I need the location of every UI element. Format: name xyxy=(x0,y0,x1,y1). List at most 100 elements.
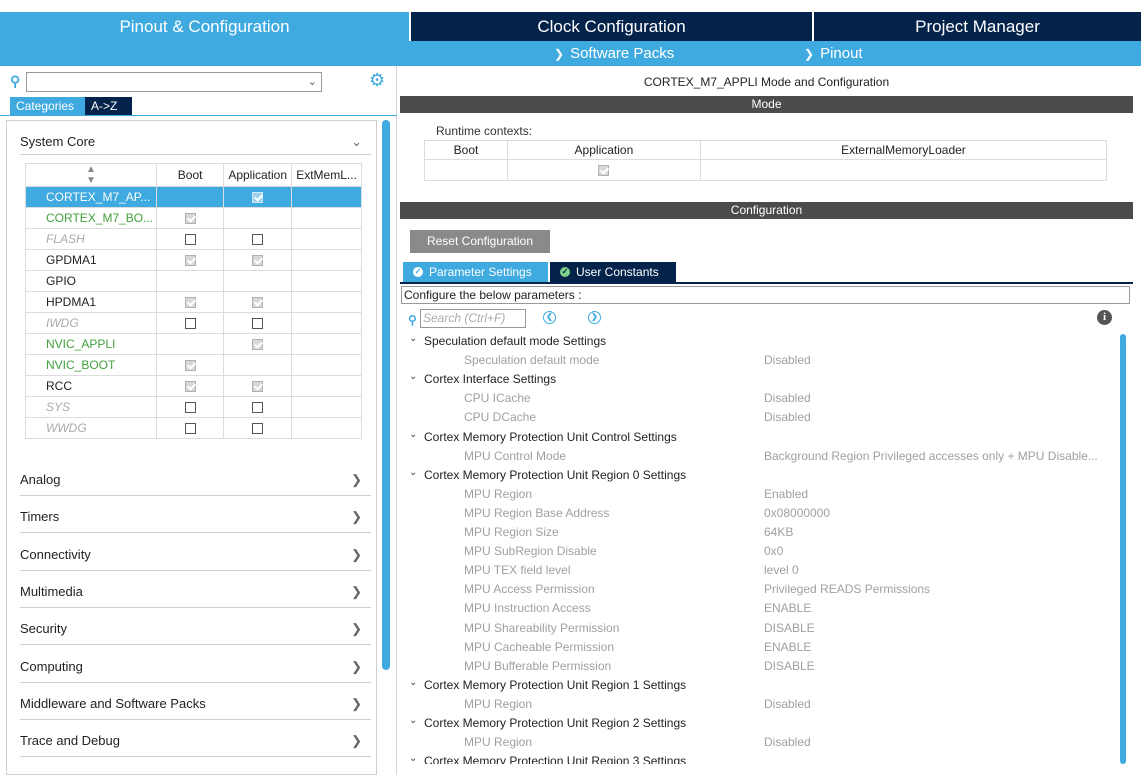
boot-checkbox[interactable] xyxy=(184,381,196,393)
boot-checkbox[interactable] xyxy=(184,213,196,225)
table-row[interactable]: IWDG xyxy=(25,312,362,334)
boot-checkbox[interactable] xyxy=(184,234,196,246)
parameter-group[interactable]: ⌄ Cortex Memory Protection Unit Region 3 … xyxy=(400,752,1118,764)
table-row[interactable]: GPDMA1 xyxy=(25,249,362,271)
table-row[interactable]: FLASH xyxy=(25,228,362,250)
application-checkbox[interactable] xyxy=(252,402,264,414)
parameter-group[interactable]: ⌄ Cortex Interface Settings xyxy=(400,370,1118,389)
table-row[interactable]: WWDG xyxy=(25,417,362,439)
parameter-row[interactable]: MPU Region Disabled xyxy=(400,695,1118,714)
tab-parameter-settings[interactable]: ✓ Parameter Settings xyxy=(403,262,548,282)
table-row[interactable]: NVIC_APPLI xyxy=(25,333,362,355)
column-header-application[interactable]: Application xyxy=(223,163,293,187)
tab-categories[interactable]: Categories xyxy=(10,97,85,115)
search-input[interactable]: ⌄ xyxy=(26,72,322,92)
sort-icon[interactable]: ▲ ▼ xyxy=(25,163,157,187)
application-checkbox[interactable] xyxy=(252,339,264,351)
parameter-search-input[interactable]: Search (Ctrl+F) xyxy=(420,309,526,328)
chevron-down-icon[interactable]: ⌄ xyxy=(409,677,417,688)
parameter-row[interactable]: Speculation default mode Disabled xyxy=(400,351,1118,370)
tab-clock-configuration[interactable]: Clock Configuration xyxy=(411,12,812,41)
table-row[interactable]: NVIC_BOOT xyxy=(25,354,362,376)
parameter-group[interactable]: ⌄ Cortex Memory Protection Unit Region 2 … xyxy=(400,714,1118,733)
boot-checkbox[interactable] xyxy=(184,423,196,435)
parameter-value[interactable]: Disabled xyxy=(764,410,811,424)
application-checkbox[interactable] xyxy=(598,165,610,177)
table-row[interactable]: CORTEX_M7_AP... xyxy=(25,186,362,208)
category-item[interactable]: Middleware and Software Packs ❯ xyxy=(20,696,370,711)
tab-a-z[interactable]: A->Z xyxy=(85,97,132,115)
parameter-group[interactable]: ⌄ Speculation default mode Settings xyxy=(400,332,1118,351)
tab-pinout-configuration[interactable]: Pinout & Configuration xyxy=(0,12,409,66)
parameter-row[interactable]: MPU Region Disabled xyxy=(400,733,1118,752)
parameter-row[interactable]: MPU Access Permission Privileged READS Pe… xyxy=(400,580,1118,599)
tab-user-constants[interactable]: ✓ User Constants xyxy=(550,262,676,282)
application-checkbox[interactable] xyxy=(252,381,264,393)
parameter-row[interactable]: CPU ICache Disabled xyxy=(400,389,1118,408)
parameter-value[interactable]: Disabled xyxy=(764,697,811,711)
search-previous-button[interactable]: ❮ xyxy=(543,311,556,324)
parameter-value[interactable]: Disabled xyxy=(764,735,811,749)
table-row[interactable]: RCC xyxy=(25,375,362,397)
category-item[interactable]: Security ❯ xyxy=(20,621,370,636)
reset-configuration-button[interactable]: Reset Configuration xyxy=(410,230,550,253)
parameter-row[interactable]: MPU SubRegion Disable 0x0 xyxy=(400,542,1118,561)
parameter-group[interactable]: ⌄ Cortex Memory Protection Unit Region 0 … xyxy=(400,466,1118,485)
chevron-down-icon[interactable]: ⌄ xyxy=(409,429,417,440)
gear-icon[interactable]: ⚙ xyxy=(369,70,385,91)
chevron-down-icon[interactable]: ⌄ xyxy=(409,371,417,382)
parameter-value[interactable]: ENABLE xyxy=(764,640,811,654)
info-icon[interactable]: i xyxy=(1097,310,1112,325)
search-next-button[interactable]: ❯ xyxy=(588,311,601,324)
chevron-down-icon[interactable]: ⌄ xyxy=(308,75,317,88)
parameter-value[interactable]: Enabled xyxy=(764,487,808,501)
software-packs-menu[interactable]: ❯ Software Packs xyxy=(554,45,674,62)
table-row[interactable]: GPIO xyxy=(25,270,362,292)
application-checkbox[interactable] xyxy=(252,255,264,267)
right-scrollbar[interactable] xyxy=(1120,334,1126,764)
parameter-value[interactable]: Disabled xyxy=(764,391,811,405)
boot-checkbox[interactable] xyxy=(184,402,196,414)
parameter-value[interactable]: 64KB xyxy=(764,525,793,539)
parameter-row[interactable]: MPU Instruction Access ENABLE xyxy=(400,599,1118,618)
parameter-value[interactable]: level 0 xyxy=(764,563,799,577)
boot-checkbox[interactable] xyxy=(184,360,196,372)
parameter-row[interactable]: CPU DCache Disabled xyxy=(400,408,1118,427)
chevron-down-icon[interactable]: ⌄ xyxy=(409,467,417,478)
parameter-value[interactable]: DISABLE xyxy=(764,621,815,635)
category-item[interactable]: Computing ❯ xyxy=(20,659,370,674)
parameter-value[interactable]: DISABLE xyxy=(764,659,815,673)
parameter-row[interactable]: MPU Cacheable Permission ENABLE xyxy=(400,638,1118,657)
parameter-value[interactable]: Background Region Privileged accesses on… xyxy=(764,449,1098,463)
table-row[interactable]: CORTEX_M7_BO... xyxy=(25,207,362,229)
column-header-extmem[interactable]: ExtMemL... xyxy=(291,163,362,187)
boot-checkbox[interactable] xyxy=(184,318,196,330)
parameter-row[interactable]: MPU Region Size 64KB xyxy=(400,523,1118,542)
parameter-value[interactable]: ENABLE xyxy=(764,601,811,615)
category-item[interactable]: Connectivity ❯ xyxy=(20,547,370,562)
pinout-menu[interactable]: ❯ Pinout xyxy=(804,45,863,62)
column-header-boot[interactable]: Boot xyxy=(155,163,225,187)
parameter-value[interactable]: 0x0 xyxy=(764,544,783,558)
category-item[interactable]: Trace and Debug ❯ xyxy=(20,733,370,748)
tab-project-manager[interactable]: Project Manager xyxy=(814,12,1141,41)
table-row[interactable]: SYS xyxy=(25,396,362,418)
application-checkbox[interactable] xyxy=(252,423,264,435)
chevron-down-icon[interactable]: ⌄ xyxy=(409,333,417,344)
category-item[interactable]: Analog ❯ xyxy=(20,472,370,487)
parameter-value[interactable]: 0x08000000 xyxy=(764,506,830,520)
parameter-row[interactable]: MPU Bufferable Permission DISABLE xyxy=(400,657,1118,676)
parameter-row[interactable]: MPU Region Base Address 0x08000000 xyxy=(400,504,1118,523)
boot-checkbox[interactable] xyxy=(184,297,196,309)
parameter-value[interactable]: Disabled xyxy=(764,353,811,367)
parameter-row[interactable]: MPU TEX field level level 0 xyxy=(400,561,1118,580)
category-system-core[interactable]: System Core ⌄ xyxy=(20,134,370,149)
parameter-row[interactable]: MPU Shareability Permission DISABLE xyxy=(400,619,1118,638)
table-row[interactable]: HPDMA1 xyxy=(25,291,362,313)
chevron-down-icon[interactable]: ⌄ xyxy=(409,753,417,764)
boot-checkbox[interactable] xyxy=(184,255,196,267)
application-checkbox[interactable] xyxy=(252,234,264,246)
application-checkbox[interactable] xyxy=(252,297,264,309)
left-scrollbar[interactable] xyxy=(382,120,390,670)
chevron-down-icon[interactable]: ⌄ xyxy=(409,715,417,726)
